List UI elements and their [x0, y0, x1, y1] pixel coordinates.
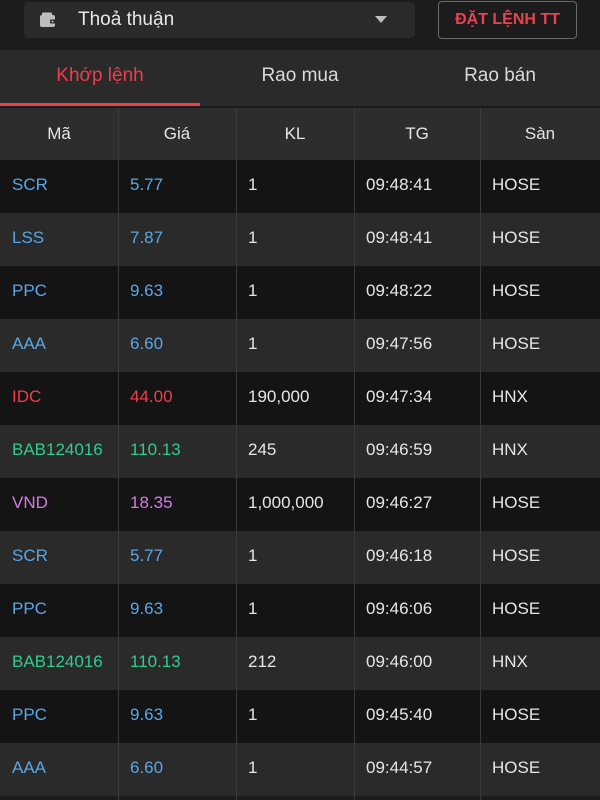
- time-cell: 09:47:56: [366, 334, 433, 353]
- volume-cell: 1: [248, 599, 258, 618]
- table-header: Mã Giá KL TG Sàn: [0, 108, 600, 160]
- price-cell: 6.60: [130, 334, 164, 353]
- trade-table-body: SCR 5.77 1 09:48:41 HOSE LSS 7.87 1 09:48:41 HOSE…: [0, 160, 600, 796]
- table-row[interactable]: BAB124016 110.13 245 09:46:59 HNX: [0, 425, 600, 478]
- price-cell: 9.63: [130, 281, 164, 300]
- time-cell: 09:48:41: [366, 175, 433, 194]
- symbol-cell: LSS: [12, 228, 45, 247]
- column-divider: [354, 108, 355, 800]
- price-cell: 5.77: [130, 546, 164, 565]
- table-row[interactable]: SCR 5.77 1 09:48:41 HOSE: [0, 160, 600, 213]
- wallet-icon: [40, 12, 56, 27]
- column-divider: [118, 108, 119, 800]
- volume-cell: 1: [248, 705, 258, 724]
- table-row[interactable]: LSS 7.87 1 09:48:41 HOSE: [0, 213, 600, 266]
- table-row[interactable]: VND 18.35 1,000,000 09:46:27 HOSE: [0, 478, 600, 531]
- column-divider: [480, 108, 481, 800]
- symbol-cell: VND: [12, 493, 48, 512]
- table-row[interactable]: AAA 6.60 1 09:47:56 HOSE: [0, 319, 600, 372]
- volume-cell: 1: [248, 546, 258, 565]
- table-row[interactable]: SCR 5.77 1 09:46:18 HOSE: [0, 531, 600, 584]
- volume-cell: 1: [248, 228, 258, 247]
- column-header-volume[interactable]: KL: [236, 108, 354, 160]
- volume-cell: 1: [248, 758, 258, 777]
- symbol-cell: AAA: [12, 334, 47, 353]
- price-cell: 6.60: [130, 758, 164, 777]
- volume-cell: 1,000,000: [248, 493, 324, 512]
- price-cell: 110.13: [130, 652, 181, 671]
- time-cell: 09:46:00: [366, 652, 433, 671]
- time-cell: 09:46:18: [366, 546, 433, 565]
- symbol-cell: AAA: [12, 758, 47, 777]
- time-cell: 09:46:27: [366, 493, 433, 512]
- time-cell: 09:48:22: [366, 281, 433, 300]
- tab-rao-ban[interactable]: Rao bán: [400, 50, 600, 106]
- symbol-cell: PPC: [12, 599, 47, 618]
- time-cell: 09:46:06: [366, 599, 433, 618]
- column-header-symbol[interactable]: Mã: [0, 108, 118, 160]
- price-cell: 9.63: [130, 599, 164, 618]
- symbol-cell: SCR: [12, 175, 48, 194]
- volume-cell: 212: [248, 652, 277, 671]
- time-cell: 09:44:57: [366, 758, 433, 777]
- time-cell: 09:46:59: [366, 440, 433, 459]
- exchange-cell: HOSE: [492, 705, 541, 724]
- symbol-cell: SCR: [12, 546, 48, 565]
- symbol-cell: IDC: [12, 387, 42, 406]
- price-cell: 44.00: [130, 387, 173, 406]
- time-cell: 09:47:34: [366, 387, 433, 406]
- volume-cell: 1: [248, 281, 258, 300]
- tab-bar: Khớp lệnh Rao mua Rao bán: [0, 50, 600, 106]
- exchange-cell: HOSE: [492, 599, 541, 618]
- symbol-cell: BAB124016: [12, 652, 103, 671]
- top-bar: Thoả thuận ĐẶT LỆNH TT: [0, 0, 600, 50]
- place-order-button[interactable]: ĐẶT LỆNH TT: [438, 1, 577, 39]
- volume-cell: 190,000: [248, 387, 310, 406]
- exchange-cell: HOSE: [492, 758, 541, 777]
- symbol-cell: BAB124016: [12, 440, 103, 459]
- symbol-cell: PPC: [12, 281, 47, 300]
- table-row[interactable]: PPC 9.63 1 09:45:40 HOSE: [0, 690, 600, 743]
- table-row[interactable]: AAA 6.60 1 09:44:57 HOSE: [0, 743, 600, 796]
- volume-cell: 1: [248, 175, 258, 194]
- exchange-cell: HOSE: [492, 281, 541, 300]
- price-cell: 7.87: [130, 228, 164, 247]
- tab-rao-mua[interactable]: Rao mua: [200, 50, 400, 106]
- exchange-cell: HNX: [492, 440, 528, 459]
- table-row[interactable]: BAB124016 110.13 212 09:46:00 HNX: [0, 637, 600, 690]
- column-header-time[interactable]: TG: [354, 108, 480, 160]
- tab-khop-lenh[interactable]: Khớp lệnh: [0, 50, 200, 106]
- order-type-label: Thoả thuận: [78, 9, 175, 30]
- column-header-price[interactable]: Giá: [118, 108, 236, 160]
- exchange-cell: HOSE: [492, 493, 541, 512]
- order-type-select[interactable]: Thoả thuận: [24, 2, 415, 38]
- exchange-cell: HNX: [492, 387, 528, 406]
- symbol-cell: PPC: [12, 705, 47, 724]
- chevron-down-icon: [375, 16, 387, 23]
- volume-cell: 245: [248, 440, 277, 459]
- table-row[interactable]: PPC 9.63 1 09:48:22 HOSE: [0, 266, 600, 319]
- exchange-cell: HNX: [492, 652, 528, 671]
- price-cell: 18.35: [130, 493, 173, 512]
- column-header-exchange[interactable]: Sàn: [480, 108, 600, 160]
- price-cell: 110.13: [130, 440, 181, 459]
- time-cell: 09:45:40: [366, 705, 433, 724]
- time-cell: 09:48:41: [366, 228, 433, 247]
- exchange-cell: HOSE: [492, 228, 541, 247]
- exchange-cell: HOSE: [492, 546, 541, 565]
- price-cell: 9.63: [130, 705, 164, 724]
- table-row[interactable]: PPC 9.63 1 09:46:06 HOSE: [0, 584, 600, 637]
- exchange-cell: HOSE: [492, 334, 541, 353]
- exchange-cell: HOSE: [492, 175, 541, 194]
- column-divider: [236, 108, 237, 800]
- price-cell: 5.77: [130, 175, 164, 194]
- volume-cell: 1: [248, 334, 258, 353]
- table-row[interactable]: IDC 44.00 190,000 09:47:34 HNX: [0, 372, 600, 425]
